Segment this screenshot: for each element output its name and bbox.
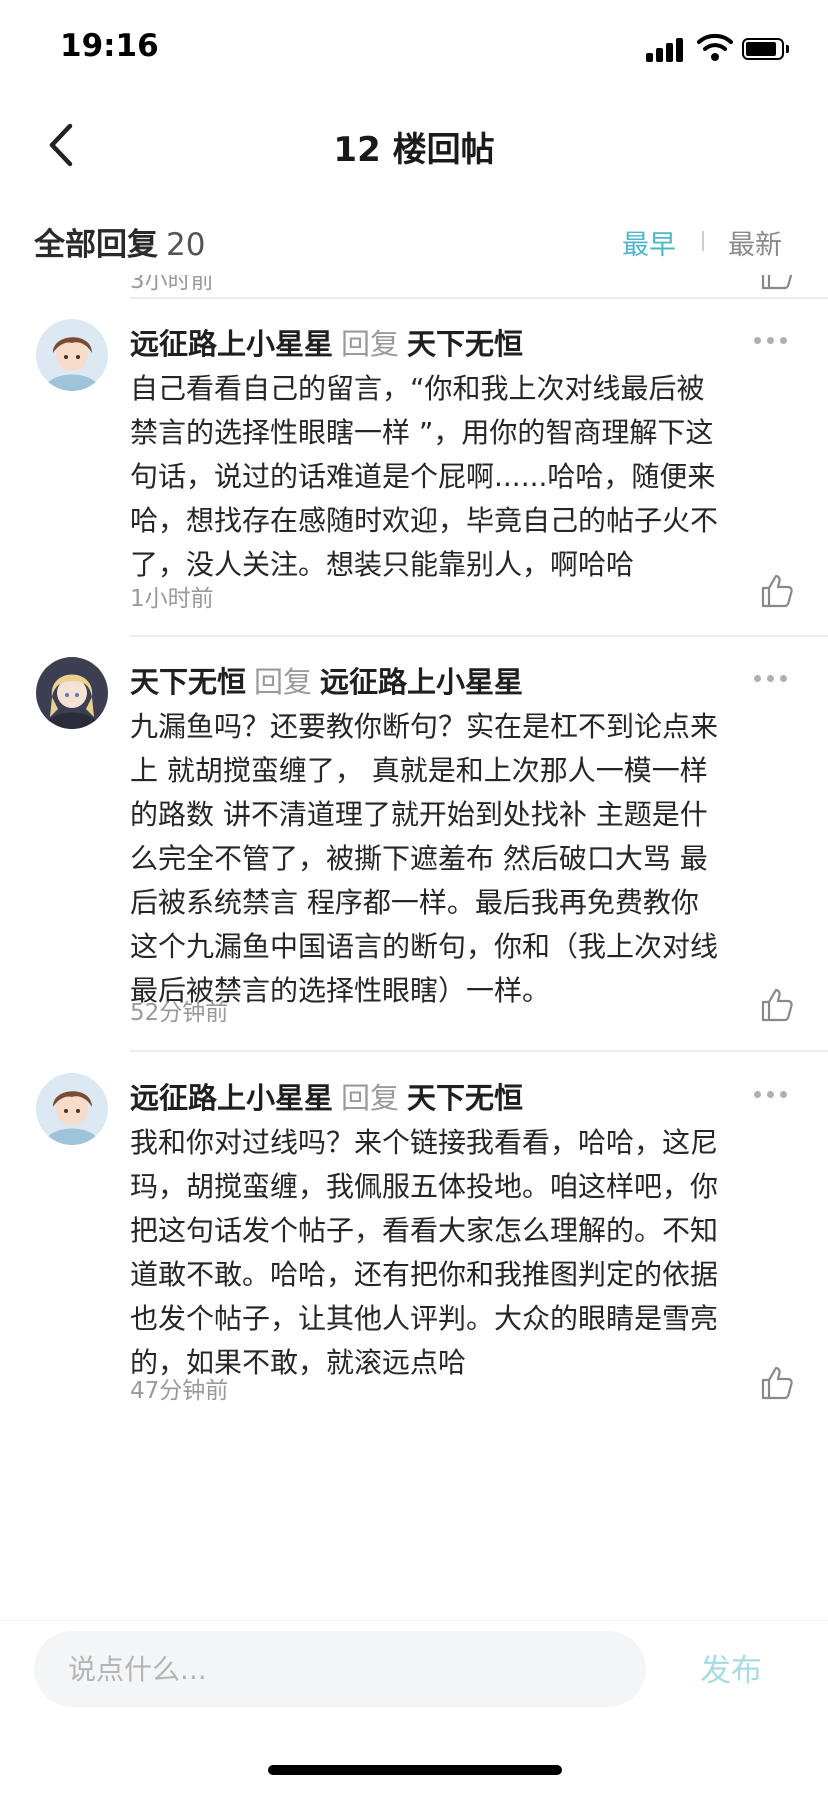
sort-divider: [702, 231, 704, 251]
replies-count: 20: [166, 227, 206, 263]
sort-earliest-tab[interactable]: 最早: [622, 223, 676, 262]
more-options-icon[interactable]: [754, 675, 788, 685]
more-options-icon[interactable]: [754, 337, 788, 347]
all-replies-title: 全部回复 20: [34, 219, 205, 264]
reply-list[interactable]: 3小时前 远征路上小星星 回复 天下无恒 自己看看自己的留言，“你和我上次对线最后被…: [0, 275, 828, 1620]
divider: [130, 297, 828, 299]
reply-time: 52分钟前: [130, 1000, 229, 1026]
status-time: 19:16: [60, 28, 159, 64]
reply-header: 远征路上小星星 回复 天下无恒: [130, 321, 523, 363]
publish-button[interactable]: 发布: [700, 1645, 762, 1690]
nav-bar: 12 楼回帖: [0, 100, 828, 190]
sort-newest-tab[interactable]: 最新: [728, 223, 782, 262]
reply-header: 天下无恒 回复 远征路上小星星: [130, 659, 523, 701]
cellular-signal-icon: [646, 36, 688, 62]
like-icon[interactable]: [760, 573, 796, 609]
more-options-icon[interactable]: [754, 1091, 788, 1101]
reply-item: 远征路上小星星 回复 天下无恒 自己看看自己的留言，“你和我上次对线最后被 禁言的选…: [0, 319, 828, 649]
reply-text: 我和你对过线吗？来个链接我看看，哈哈，这尼 玛，胡搅蛮缠，我佩服五体投地。咱这样…: [130, 1126, 719, 1379]
reply-target[interactable]: 远征路上小星星: [320, 665, 523, 699]
status-bar: 19:16: [0, 0, 828, 100]
previous-reply-time: 3小时前: [130, 275, 214, 294]
reply-keyword: 回复: [341, 1081, 400, 1115]
replies-header: 全部回复 20 最早 最新: [0, 205, 828, 275]
wifi-icon: [697, 33, 733, 61]
avatar[interactable]: [36, 319, 108, 391]
reply-keyword: 回复: [341, 327, 400, 361]
reply-text: 自己看看自己的留言，“你和我上次对线最后被 禁言的选择性眼瞎一样 ”，用你的智商…: [130, 372, 719, 581]
reply-time: 47分钟前: [130, 1378, 229, 1404]
avatar[interactable]: [36, 657, 108, 729]
comment-bar: 发布: [0, 1620, 828, 1794]
reply-author[interactable]: 天下无恒: [130, 665, 246, 699]
reply-keyword: 回复: [254, 665, 313, 699]
all-replies-label: 全部回复: [34, 227, 158, 263]
reply-item: 远征路上小星星 回复 天下无恒 我和你对过线吗？来个链接我看看，哈哈，这尼 玛，胡搅…: [0, 1073, 828, 1433]
home-indicator[interactable]: [268, 1765, 562, 1775]
reply-time: 1小时前: [130, 586, 214, 612]
reply-target[interactable]: 天下无恒: [407, 327, 523, 361]
like-icon[interactable]: [760, 1365, 796, 1401]
reply-author[interactable]: 远征路上小星星: [130, 327, 333, 361]
previous-like-icon[interactable]: [760, 275, 796, 291]
comment-input[interactable]: [34, 1631, 646, 1707]
reply-text: 九漏鱼吗？还要教你断句？实在是杠不到论点来 上 就胡搅蛮缠了， 真就是和上次那人…: [130, 710, 719, 1007]
page-title: 12 楼回帖: [333, 130, 495, 170]
divider: [130, 1050, 828, 1052]
reply-author[interactable]: 远征路上小星星: [130, 1081, 333, 1115]
reply-item: 天下无恒 回复 远征路上小星星 九漏鱼吗？还要教你断句？实在是杠不到论点来 上 就胡…: [0, 657, 828, 1067]
like-icon[interactable]: [760, 987, 796, 1023]
avatar[interactable]: [36, 1073, 108, 1145]
divider: [130, 635, 828, 637]
reply-target[interactable]: 天下无恒: [407, 1081, 523, 1115]
reply-header: 远征路上小星星 回复 天下无恒: [130, 1075, 523, 1117]
battery-icon: [742, 38, 790, 60]
